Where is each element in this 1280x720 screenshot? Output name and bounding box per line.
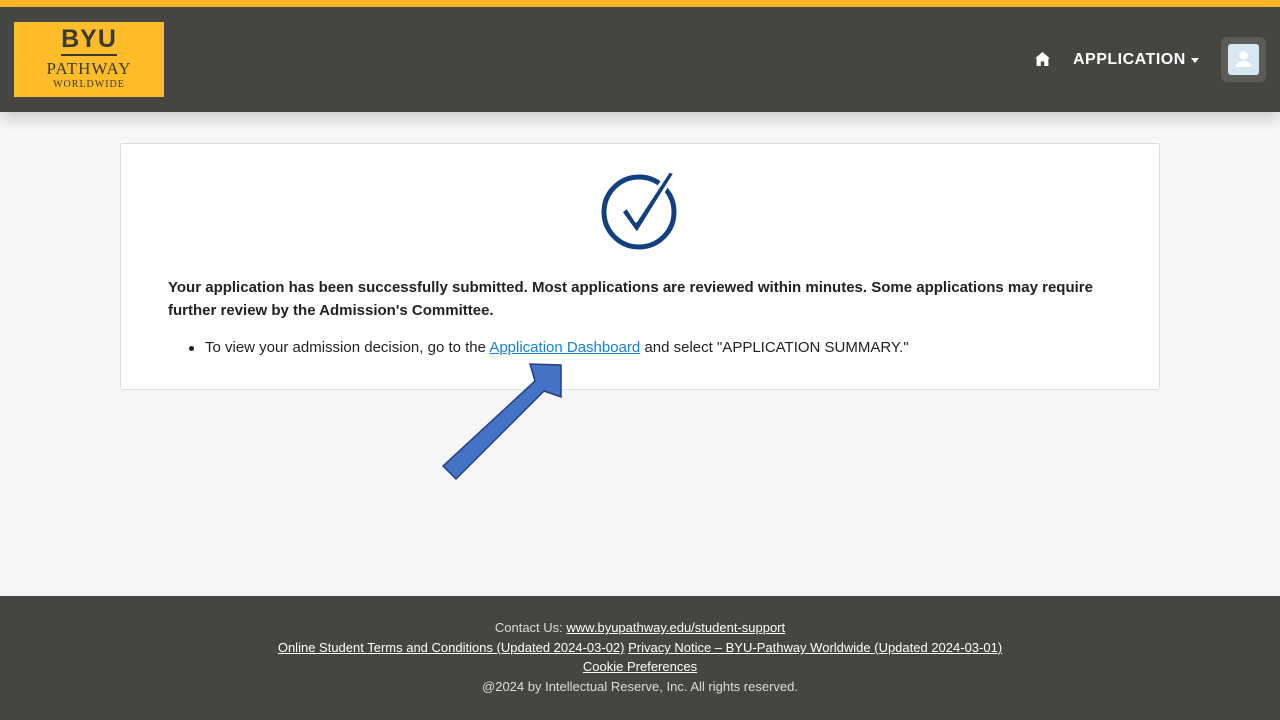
bullet-icon <box>189 346 194 351</box>
site-footer: Contact Us: www.byupathway.edu/student-s… <box>0 596 1280 720</box>
caret-down-icon <box>1190 57 1199 63</box>
logo-line-byu: BYU <box>61 25 117 53</box>
privacy-notice-link[interactable]: Privacy Notice – BYU-Pathway Worldwide (… <box>628 640 1002 655</box>
user-avatar-icon <box>1228 44 1259 75</box>
byu-pathway-logo[interactable]: BYU PATHWAY WORLDWIDE <box>14 22 164 97</box>
application-menu[interactable]: APPLICATION <box>1073 49 1199 71</box>
home-icon[interactable] <box>1034 51 1051 67</box>
footer-contact: Contact Us: www.byupathway.edu/student-s… <box>0 619 1280 637</box>
submission-message: Your application has been successfully s… <box>168 279 1093 319</box>
instruction-suffix: and select "APPLICATION SUMMARY." <box>644 339 909 356</box>
footer-copyright: @2024 by Intellectual Reserve, Inc. All … <box>482 679 798 694</box>
application-menu-label: APPLICATION <box>1073 51 1186 68</box>
instruction-prefix: To view your admission decision, go to t… <box>205 339 486 356</box>
logo-line-pathway: PATHWAY <box>46 59 132 78</box>
logo-line-worldwide: WORLDWIDE <box>53 79 125 90</box>
footer-cookie-row: Cookie Preferences <box>0 658 1280 676</box>
decision-instruction-item: To view your admission decision, go to t… <box>189 337 909 359</box>
top-accent-stripe <box>0 0 1280 7</box>
footer-contact-label: Contact Us: <box>494 620 563 635</box>
application-dashboard-link[interactable]: Application Dashboard <box>489 339 640 356</box>
cookie-preferences-link[interactable]: Cookie Preferences <box>583 659 697 674</box>
terms-link[interactable]: Online Student Terms and Conditions (Upd… <box>278 640 625 655</box>
submission-confirmation-card: Your application has been successfully s… <box>120 143 1160 390</box>
logo-divider <box>61 54 117 56</box>
checkmark-circle-icon <box>601 169 677 250</box>
student-support-link[interactable]: www.byupathway.edu/student-support <box>566 620 785 635</box>
site-header: BYU PATHWAY WORLDWIDE APPLICATION <box>0 7 1280 112</box>
footer-legal-links: Online Student Terms and Conditions (Upd… <box>0 639 1280 657</box>
user-menu-button[interactable] <box>1221 37 1266 82</box>
